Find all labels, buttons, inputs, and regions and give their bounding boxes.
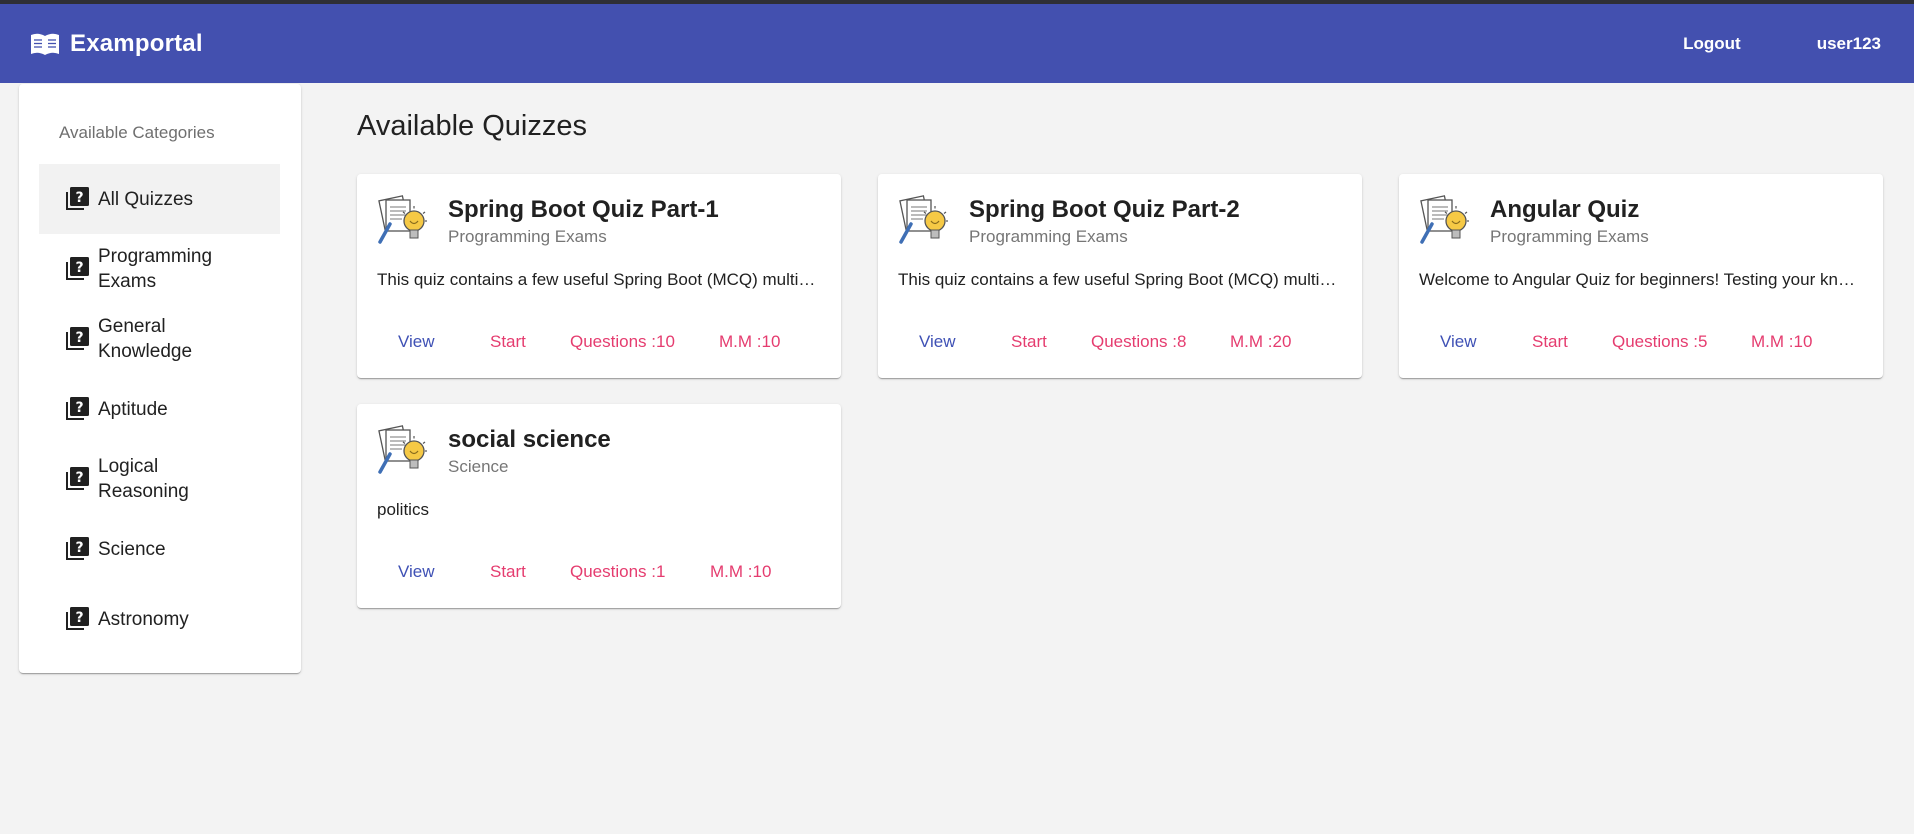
- quiz-icon: ?: [64, 466, 90, 492]
- svg-text:?: ?: [75, 330, 83, 346]
- username-link[interactable]: user123: [1817, 34, 1881, 54]
- quiz-document-bulb-icon: [897, 194, 949, 246]
- view-button[interactable]: View: [398, 324, 435, 360]
- max-marks-button[interactable]: M.M :10: [1751, 324, 1812, 360]
- quiz-card: social science Science politics View Start Qu…: [357, 404, 841, 608]
- quiz-actions: View Start Questions :10 M.M :10: [357, 324, 841, 360]
- quiz-icon: ?: [64, 256, 90, 282]
- quiz-description: This quiz contains a few useful Spring B…: [898, 270, 1342, 289]
- quiz-category: Programming Exams: [448, 227, 607, 246]
- svg-text:?: ?: [75, 540, 83, 556]
- sidebar-item[interactable]: ? Aptitude: [39, 374, 280, 444]
- svg-text:?: ?: [75, 190, 83, 206]
- view-button[interactable]: View: [398, 554, 435, 590]
- svg-text:?: ?: [75, 400, 83, 416]
- quiz-document-bulb-icon: [376, 194, 428, 246]
- quiz-icon: ?: [64, 186, 90, 212]
- quiz-icon: ?: [64, 396, 90, 422]
- sidebar-item[interactable]: ? Programming Exams: [39, 234, 280, 304]
- quiz-title: social science: [448, 426, 611, 453]
- start-button[interactable]: Start: [490, 554, 526, 590]
- max-marks-button[interactable]: M.M :20: [1230, 324, 1291, 360]
- quiz-document-bulb-icon: [1418, 194, 1470, 246]
- sidebar-heading: Available Categories: [59, 123, 215, 142]
- logout-button[interactable]: Logout: [1683, 34, 1741, 54]
- quiz-icon: ?: [64, 326, 90, 352]
- quiz-actions: View Start Questions :8 M.M :20: [878, 324, 1362, 360]
- questions-count-button[interactable]: Questions :8: [1091, 324, 1186, 360]
- sidebar-item[interactable]: ? Science: [39, 514, 280, 584]
- sidebar-item-label: General Knowledge: [98, 316, 193, 362]
- brand-link[interactable]: Examportal: [30, 30, 203, 58]
- quiz-category: Programming Exams: [969, 227, 1128, 246]
- svg-text:?: ?: [75, 610, 83, 626]
- quiz-category: Science: [448, 457, 509, 476]
- sidebar-item[interactable]: ? Logical Reasoning: [39, 444, 280, 514]
- svg-text:?: ?: [75, 470, 83, 486]
- quiz-description: politics: [377, 500, 429, 519]
- quiz-category: Programming Exams: [1490, 227, 1649, 246]
- sidebar-item[interactable]: ? All Quizzes: [39, 164, 280, 234]
- categories-sidebar: Available Categories ? All Quizzes? Progra…: [19, 84, 301, 673]
- sidebar-item-label: Logical Reasoning: [98, 456, 189, 502]
- quiz-icon: ?: [64, 606, 90, 632]
- sidebar-item-label: All Quizzes: [98, 188, 194, 210]
- brand-title: Examportal: [70, 29, 203, 57]
- max-marks-button[interactable]: M.M :10: [710, 554, 771, 590]
- max-marks-button[interactable]: M.M :10: [719, 324, 780, 360]
- sidebar-item[interactable]: ? General Knowledge: [39, 304, 280, 374]
- view-button[interactable]: View: [1440, 324, 1477, 360]
- sidebar-item-label: Aptitude: [98, 398, 168, 420]
- quiz-card: Angular Quiz Programming Exams Welcome to …: [1399, 174, 1883, 378]
- quiz-document-bulb-icon: [376, 424, 428, 476]
- top-navbar: Examportal Logout user123: [0, 4, 1914, 83]
- sidebar-item-label: Astronomy: [98, 608, 189, 630]
- quiz-card: Spring Boot Quiz Part-1 Programming Exams…: [357, 174, 841, 378]
- quiz-actions: View Start Questions :1 M.M :10: [357, 554, 841, 590]
- quiz-title: Angular Quiz: [1490, 196, 1640, 223]
- quiz-card: Spring Boot Quiz Part-2 Programming Exams…: [878, 174, 1362, 378]
- quiz-title: Spring Boot Quiz Part-1: [448, 196, 719, 223]
- sidebar-item-label: Science: [98, 538, 166, 560]
- quiz-icon: ?: [64, 536, 90, 562]
- svg-text:?: ?: [75, 260, 83, 276]
- page-title: Available Quizzes: [357, 110, 587, 142]
- quiz-title: Spring Boot Quiz Part-2: [969, 196, 1240, 223]
- sidebar-item-label: Programming Exams: [98, 246, 213, 292]
- quiz-description: This quiz contains a few useful Spring B…: [377, 270, 821, 289]
- start-button[interactable]: Start: [490, 324, 526, 360]
- book-open-icon: [30, 32, 60, 56]
- questions-count-button[interactable]: Questions :5: [1612, 324, 1707, 360]
- start-button[interactable]: Start: [1532, 324, 1568, 360]
- view-button[interactable]: View: [919, 324, 956, 360]
- quiz-actions: View Start Questions :5 M.M :10: [1399, 324, 1883, 360]
- questions-count-button[interactable]: Questions :1: [570, 554, 665, 590]
- start-button[interactable]: Start: [1011, 324, 1047, 360]
- sidebar-item[interactable]: ? Astronomy: [39, 584, 280, 654]
- questions-count-button[interactable]: Questions :10: [570, 324, 675, 360]
- quiz-description: Welcome to Angular Quiz for beginners! T…: [1419, 270, 1863, 289]
